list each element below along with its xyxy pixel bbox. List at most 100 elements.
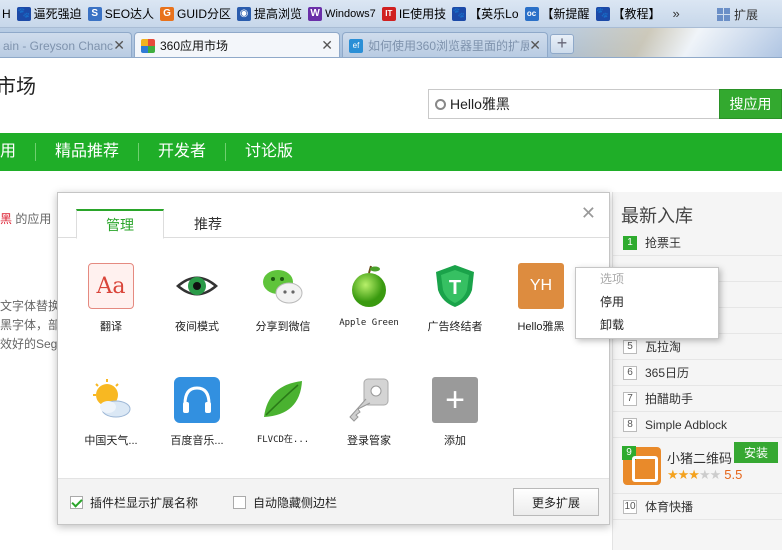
bookmark-h[interactable]: H [0, 0, 15, 27]
extension-hello-yahei[interactable]: YH Hello雅黑 [498, 263, 584, 334]
background-text-line: 黑 的应用 [0, 210, 51, 227]
yh-glyph: YH [529, 277, 553, 294]
rank-badge: 1 [623, 235, 637, 250]
extension-name: 添加 [444, 435, 466, 447]
bookmark-label: 【新提醒 [541, 7, 590, 21]
shield-glyph: T [449, 277, 461, 299]
checkbox-unchecked[interactable] [233, 496, 246, 509]
close-icon[interactable]: ✕ [113, 37, 125, 54]
bookmark-2[interactable]: S SEO达人 [86, 0, 158, 27]
bookmark-label: 【教程】 [612, 7, 661, 21]
extension-context-menu: 选项 停用 卸载 [575, 267, 719, 339]
menu-item-disable[interactable]: 停用 [576, 291, 718, 314]
app-name: 拍醋助手 [645, 392, 694, 406]
list-item[interactable]: 8 Simple Adblock [613, 412, 782, 438]
bookmark-8[interactable]: oc 【新提醒 [523, 0, 594, 27]
auto-hide-checkbox[interactable]: 自动隐藏侧边栏 [233, 494, 337, 511]
tab-greyson[interactable]: ain - Greyson Chanc ✕ [0, 32, 132, 57]
bookmarks-more-button[interactable]: » [673, 6, 680, 21]
extension-name: 翻译 [100, 321, 122, 333]
extension-name: 百度音乐... [170, 435, 224, 447]
power-icon: ◉ [237, 6, 252, 21]
extension-ad-terminator[interactable]: T 广告终结者 [412, 263, 498, 334]
nav-item-apps[interactable]: 用 [0, 143, 37, 161]
bookmark-3[interactable]: G GUID分区 [158, 0, 235, 27]
background-text-line: 效好的Sego [0, 337, 65, 351]
extension-share-wechat[interactable]: 分享到微信 [240, 263, 326, 334]
bookmark-1[interactable]: 🐾 逼死强迫 [15, 0, 86, 27]
qr-app-icon: 9 [622, 445, 661, 485]
app-name: Simple Adblock [645, 417, 728, 432]
page-title: 市场 [0, 74, 36, 98]
bookmark-6[interactable]: IT IE使用技 [380, 0, 450, 27]
extension-manager-dialog: 管理 推荐 ✕ Aa 翻译 夜间模式 分享到微信 Apple Green T 广… [57, 192, 610, 525]
translate-glyph: Aa [96, 273, 126, 299]
checkbox-checked[interactable] [70, 496, 83, 509]
add-extension-button[interactable]: + 添加 [412, 377, 498, 448]
featured-list-item[interactable]: 9 小猪二维码 ★★★★★ 5.5 安装 [613, 438, 782, 494]
list-item[interactable]: 7 拍醋助手 [613, 386, 782, 412]
list-item[interactable]: 6 365日历 [613, 360, 782, 386]
bookmark-9[interactable]: 🐾 【教程】 [594, 0, 665, 27]
key-icon [346, 377, 392, 423]
nav-item-developers[interactable]: 开发者 [139, 143, 227, 161]
show-names-checkbox[interactable]: 插件栏显示扩展名称 [70, 494, 198, 511]
extension-flvcd[interactable]: FLVCD在... [240, 377, 326, 445]
menu-item-uninstall[interactable]: 卸载 [576, 314, 718, 337]
tab-label: 如何使用360浏览器里面的扩展 [368, 39, 530, 53]
search-button[interactable]: 搜应用 [719, 89, 782, 119]
app-name: 小猪二维码 [667, 451, 733, 466]
menu-item-options[interactable]: 选项 [576, 268, 718, 291]
list-item[interactable]: 10 体育快播 [613, 494, 782, 520]
close-icon[interactable]: ✕ [321, 37, 333, 54]
list-item[interactable]: 1 抢票王 [613, 230, 782, 256]
extensions-button[interactable]: 扩展 [716, 0, 758, 28]
stars-filled: ★★★ [667, 467, 700, 482]
seo-icon: S [87, 6, 102, 21]
extension-apple-green[interactable]: Apple Green [326, 263, 412, 328]
guid-icon: G [160, 6, 175, 21]
extension-translate[interactable]: Aa 翻译 [68, 263, 154, 334]
more-extensions-button[interactable]: 更多扩展 [513, 488, 599, 516]
rank-badge: 7 [623, 391, 637, 406]
tab-manage[interactable]: 管理 [76, 209, 164, 239]
tab-strip: ain - Greyson Chanc ✕ 360应用市场 ✕ ef 如何使用3… [0, 28, 782, 58]
app-name: 瓦拉淘 [645, 340, 682, 354]
translate-icon: Aa [88, 263, 134, 309]
bookmark-7[interactable]: 🐾 【英乐Lo [450, 0, 522, 27]
extension-name: 夜间模式 [175, 321, 219, 333]
bookmark-5[interactable]: W Windows7 [306, 0, 380, 27]
close-icon[interactable]: ✕ [529, 37, 541, 54]
extension-night-mode[interactable]: 夜间模式 [154, 263, 240, 334]
checkbox-label: 插件栏显示扩展名称 [90, 496, 199, 510]
extension-baidu-music[interactable]: 百度音乐... [154, 377, 240, 448]
app-name: 抢票王 [645, 236, 682, 250]
tab-360-app-market[interactable]: 360应用市场 ✕ [134, 32, 340, 57]
bookmark-4[interactable]: ◉ 提高浏览 [235, 0, 306, 27]
new-tab-button[interactable]: + [550, 34, 574, 54]
extension-login-manager[interactable]: 登录管家 [326, 377, 412, 448]
app-market-icon [141, 38, 155, 53]
add-glyph: + [445, 381, 465, 419]
extension-name: FLVCD在... [256, 435, 310, 445]
main-nav: 用 精品推荐 开发者 讨论版 [0, 133, 782, 171]
extension-name: Hello雅黑 [517, 321, 565, 333]
extension-china-weather[interactable]: 中国天气... [68, 377, 154, 448]
tab-recommend[interactable]: 推荐 [164, 209, 252, 239]
stars-empty: ★★ [698, 467, 721, 482]
dialog-tabs: 管理 推荐 [58, 193, 609, 239]
paw-icon: 🐾 [595, 6, 610, 21]
rank-badge: 6 [623, 365, 637, 380]
nav-item-forum[interactable]: 讨论版 [226, 143, 312, 161]
bookmark-label: 逼死强迫 [33, 7, 82, 21]
install-button[interactable]: 安装 [733, 442, 778, 463]
bookmark-label: 提高浏览 [254, 7, 303, 21]
tab-how-to-extensions[interactable]: ef 如何使用360浏览器里面的扩展 ✕ [342, 32, 548, 57]
extension-name: 分享到微信 [255, 321, 311, 333]
search-icon [435, 98, 446, 110]
rank-badge: 8 [623, 417, 637, 432]
nav-item-featured[interactable]: 精品推荐 [36, 143, 140, 161]
yh-icon: YH [518, 263, 564, 309]
search-input[interactable]: Hello雅黑 [428, 89, 720, 119]
close-icon[interactable]: ✕ [581, 203, 596, 224]
